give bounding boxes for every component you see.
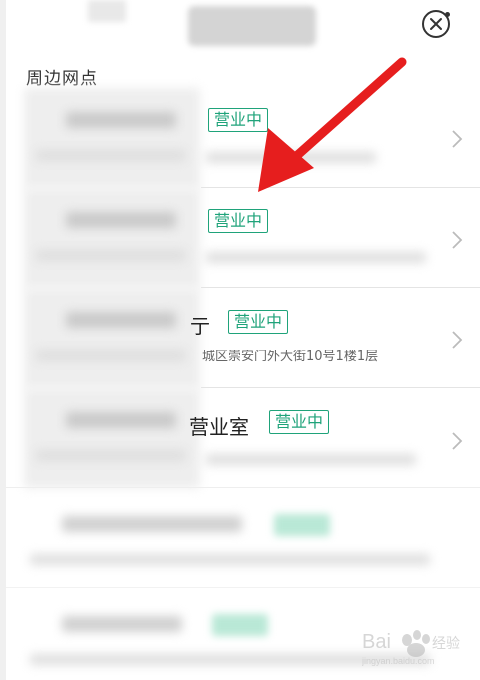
list-item[interactable]: 亍 营业中 城区崇安门外大街10号1楼1层	[6, 288, 480, 388]
blurred-outlet-address-tail	[206, 252, 426, 263]
chevron-right-icon	[452, 331, 463, 349]
blurred-status-badge	[274, 514, 330, 536]
blurred-outlet-address	[36, 150, 186, 161]
svg-text:jingyan.baidu.com: jingyan.baidu.com	[362, 656, 435, 666]
blurred-outlet-address	[36, 250, 186, 261]
blurred-outlet-name	[62, 616, 182, 632]
blurred-outlet-info	[24, 188, 200, 288]
status-badge: 营业中	[228, 310, 289, 334]
status-badge: 营业中	[208, 108, 269, 132]
blurred-status-badge	[212, 614, 268, 636]
chevron-right-icon	[452, 231, 463, 249]
blurred-outlet-address	[36, 350, 186, 361]
baidu-watermark-logo: Bai 经验 jingyan.baidu.com	[362, 630, 460, 666]
blurred-outlet-info	[24, 88, 200, 188]
list-item[interactable]: 营业中	[6, 88, 480, 188]
blurred-outlet-address	[30, 554, 430, 565]
svg-text:Bai: Bai	[362, 631, 391, 653]
blurred-outlet-name	[62, 516, 242, 532]
blurred-outlet-address-tail	[206, 454, 416, 465]
blurred-outlet-name	[66, 112, 176, 128]
outlet-name-suffix: 营业室	[189, 415, 249, 439]
chevron-right-icon	[452, 432, 463, 450]
outlet-name-suffix: 亍	[190, 314, 210, 338]
status-badge: 营业中	[208, 209, 269, 233]
blurred-outlet-name	[66, 212, 176, 228]
blurred-outlet-name	[66, 412, 176, 428]
outlet-list-sheet: 周边网点 营业中 营业中 亍 营业中 城区崇安门外大街10号1楼1层 营业室 营…	[6, 0, 480, 680]
outlet-list: 营业中 营业中 亍 营业中 城区崇安门外大街10号1楼1层 营业室 营业中	[6, 0, 480, 680]
blurred-outlet-address	[36, 450, 186, 461]
blurred-outlet-address-tail	[206, 152, 376, 163]
list-item[interactable]: 营业室 营业中	[6, 388, 480, 488]
blurred-outlet-name	[66, 312, 176, 328]
blurred-outlet-info	[24, 388, 200, 488]
list-item[interactable]	[6, 488, 480, 588]
chevron-right-icon	[452, 130, 463, 148]
svg-text:经验: 经验	[432, 636, 460, 652]
status-badge: 营业中	[269, 410, 330, 434]
list-item[interactable]: 营业中	[6, 188, 480, 288]
blurred-outlet-info	[24, 288, 200, 388]
outlet-address: 城区崇安门外大街10号1楼1层	[202, 350, 379, 364]
